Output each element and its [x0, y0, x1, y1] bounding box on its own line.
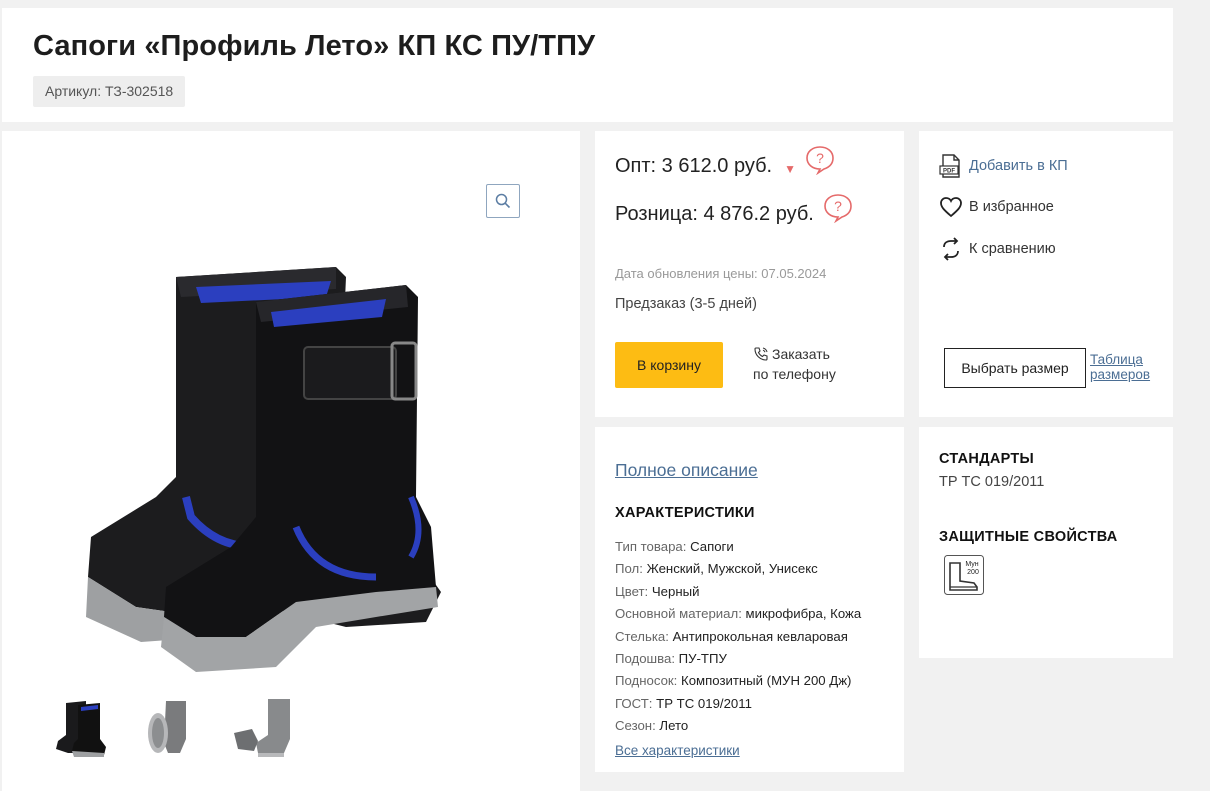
svg-text:Мун: Мун	[965, 561, 978, 568]
thumbnail-boot-side[interactable]	[228, 693, 296, 761]
list-item: Подносок: Композитный (МУН 200 Дж)	[615, 670, 861, 692]
char-key: ГОСТ:	[615, 695, 653, 711]
product-gallery	[2, 131, 580, 791]
price-card: Опт: 3 612.0 руб. ▼ ? Розница: 4 876.2 р…	[595, 131, 904, 417]
thumbnail-boot-sole[interactable]	[138, 693, 206, 761]
sku-badge: Артикул: ТЗ-302518	[33, 76, 186, 107]
char-key: Сезон:	[615, 718, 656, 734]
magnifier-icon	[495, 193, 511, 209]
question-bubble-icon[interactable]: ?	[822, 193, 854, 223]
full-description-link[interactable]: Полное описание	[615, 460, 758, 481]
page-title: Сапоги «Профиль Лето» КП КС ПУ/ТПУ	[33, 30, 596, 62]
pdf-icon: PDF	[939, 154, 960, 178]
char-key: Пол:	[615, 561, 643, 577]
char-key: Цвет:	[615, 583, 649, 599]
toecap-protection-icon[interactable]: Мун 200	[944, 555, 984, 595]
standards-value: ТР ТС 019/2011	[939, 474, 1045, 490]
char-value: Лето	[659, 718, 689, 734]
list-item: Тип товара: Сапоги	[615, 536, 861, 558]
thumbnail-strip	[48, 693, 296, 761]
order-by-phone-link[interactable]: Заказать по телефону	[753, 344, 836, 384]
char-value: Сапоги	[690, 539, 734, 554]
svg-text:PDF: PDF	[943, 169, 955, 175]
compare-label: К сравнению	[969, 241, 1056, 257]
char-key: Подошва:	[615, 651, 675, 667]
order-phone-label-2: по телефону	[753, 366, 836, 382]
list-item: Цвет: Черный	[615, 581, 861, 603]
product-header: Сапоги «Профиль Лето» КП КС ПУ/ТПУ Артик…	[2, 8, 1173, 122]
phone-icon	[754, 347, 768, 361]
list-item: Пол: Женский, Мужской, Унисекс	[615, 558, 861, 580]
question-bubble-icon[interactable]: ?	[804, 145, 836, 175]
list-item: Сезон: Лето	[615, 715, 861, 737]
retail-price-row: Розница: 4 876.2 руб. ?	[615, 193, 854, 226]
char-value: Композитный (МУН 200 Дж)	[681, 673, 852, 689]
price-update-date: Дата обновления цены: 07.05.2024	[615, 266, 827, 281]
main-product-image[interactable]	[46, 197, 542, 677]
char-value: микрофибра, Кожа	[745, 606, 862, 622]
size-table-link[interactable]: Таблица размеров	[1090, 352, 1150, 382]
list-item: Стелька: Антипрокольная кевларовая	[615, 626, 861, 648]
retail-price: Розница: 4 876.2 руб.	[615, 203, 814, 225]
char-key: Стелька:	[615, 628, 669, 644]
add-to-favorites-link[interactable]: В избранное	[939, 196, 1054, 218]
char-value: Черный	[651, 583, 700, 599]
availability-status: Предзаказ (3-5 дней)	[615, 296, 757, 312]
char-value: ТР ТС 019/2011	[656, 695, 752, 711]
char-key: Подносок:	[615, 673, 678, 689]
protection-heading: ЗАЩИТНЫЕ СВОЙСТВА	[939, 529, 1118, 545]
heart-icon	[940, 197, 962, 218]
add-to-cart-button[interactable]: В корзину	[615, 342, 723, 388]
svg-text:200: 200	[967, 569, 979, 576]
char-key: Основной материал:	[615, 606, 742, 622]
compare-icon	[943, 237, 959, 261]
standards-heading: СТАНДАРТЫ	[939, 451, 1035, 467]
wholesale-price: Опт: 3 612.0 руб.	[615, 155, 773, 177]
size-table-label-1: Таблица	[1090, 352, 1143, 367]
thumbnail-boots-front[interactable]	[48, 693, 116, 761]
char-value: ПУ-ТПУ	[678, 651, 727, 667]
list-item: Основной материал: микрофибра, Кожа	[615, 603, 861, 625]
actions-card: PDF Добавить в КП В избранное К сравнени…	[919, 131, 1173, 417]
zoom-button[interactable]	[486, 184, 520, 218]
characteristics-list: Тип товара: Сапоги Пол: Женский, Мужской…	[615, 536, 861, 738]
char-value: Женский, Мужской, Унисекс	[646, 561, 818, 577]
add-to-kp-label: Добавить в КП	[969, 158, 1068, 174]
order-phone-label-1: Заказать	[772, 346, 830, 362]
size-table-label-2: размеров	[1090, 367, 1151, 382]
list-item: Подошва: ПУ-ТПУ	[615, 648, 861, 670]
standards-card: СТАНДАРТЫ ТР ТС 019/2011 ЗАЩИТНЫЕ СВОЙСТ…	[919, 427, 1173, 658]
wholesale-price-row: Опт: 3 612.0 руб. ▼ ?	[615, 145, 836, 178]
price-dropdown-arrow-icon[interactable]: ▼	[784, 162, 796, 176]
favorites-label: В избранное	[969, 199, 1054, 215]
char-value: Антипрокольная кевларовая	[672, 628, 848, 644]
add-to-kp-link[interactable]: PDF Добавить в КП	[939, 153, 1068, 179]
all-characteristics-link[interactable]: Все характеристики	[615, 743, 740, 758]
choose-size-button[interactable]: Выбрать размер	[944, 348, 1086, 388]
list-item: ГОСТ: ТР ТС 019/2011	[615, 693, 861, 715]
svg-text:?: ?	[834, 198, 842, 214]
svg-text:?: ?	[816, 150, 824, 166]
characteristics-heading: ХАРАКТЕРИСТИКИ	[615, 505, 755, 521]
char-key: Тип товара:	[615, 539, 687, 554]
characteristics-card: Полное описание ХАРАКТЕРИСТИКИ Тип товар…	[595, 427, 904, 772]
add-to-compare-link[interactable]: К сравнению	[939, 237, 1056, 261]
